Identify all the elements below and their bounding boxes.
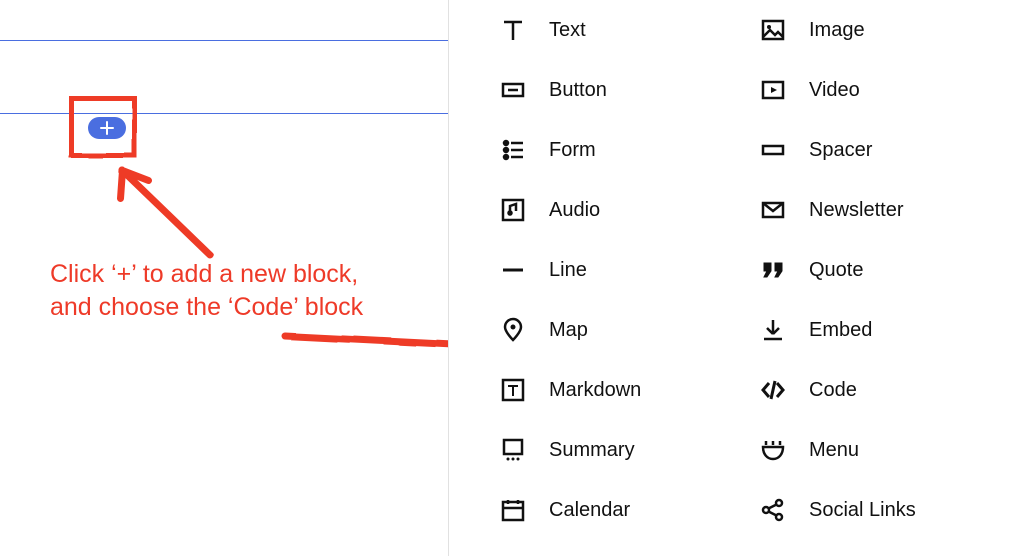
block-item-menu[interactable]: Menu bbox=[757, 420, 997, 480]
block-item-summary[interactable]: Summary bbox=[497, 420, 737, 480]
social-links-icon bbox=[757, 494, 789, 526]
summary-icon bbox=[497, 434, 529, 466]
add-block-button[interactable] bbox=[88, 117, 126, 139]
block-item-calendar[interactable]: Calendar bbox=[497, 480, 737, 540]
block-item-label: Form bbox=[549, 139, 596, 162]
block-item-map[interactable]: Map bbox=[497, 300, 737, 360]
insertion-guide-bottom bbox=[0, 113, 450, 114]
insertion-guide-top bbox=[0, 40, 450, 41]
block-item-label: Code bbox=[809, 379, 857, 402]
line-icon bbox=[497, 254, 529, 286]
block-menu-left-column: Text Button Form bbox=[497, 0, 737, 540]
block-item-label: Summary bbox=[549, 439, 635, 462]
video-icon bbox=[757, 74, 789, 106]
editor-canvas: Click ‘+’ to add a new block, and choose… bbox=[0, 0, 450, 556]
block-item-button[interactable]: Button bbox=[497, 60, 737, 120]
block-item-markdown[interactable]: Markdown bbox=[497, 360, 737, 420]
newsletter-icon bbox=[757, 194, 789, 226]
image-icon bbox=[757, 14, 789, 46]
block-item-label: Video bbox=[809, 79, 860, 102]
annotation-instruction: Click ‘+’ to add a new block, and choose… bbox=[50, 258, 390, 323]
markdown-icon bbox=[497, 374, 529, 406]
menu-icon bbox=[757, 434, 789, 466]
block-item-label: Spacer bbox=[809, 139, 872, 162]
block-item-label: Text bbox=[549, 19, 586, 42]
block-item-form[interactable]: Form bbox=[497, 120, 737, 180]
spacer-icon bbox=[757, 134, 789, 166]
block-item-spacer[interactable]: Spacer bbox=[757, 120, 997, 180]
block-item-code[interactable]: Code bbox=[757, 360, 997, 420]
block-item-embed[interactable]: Embed bbox=[757, 300, 997, 360]
block-item-label: Map bbox=[549, 319, 588, 342]
block-item-social-links[interactable]: Social Links bbox=[757, 480, 997, 540]
block-item-label: Newsletter bbox=[809, 199, 903, 222]
block-item-label: Line bbox=[549, 259, 587, 282]
block-item-video[interactable]: Video bbox=[757, 60, 997, 120]
block-type-menu: Text Button Form bbox=[448, 0, 1024, 556]
block-item-audio[interactable]: Audio bbox=[497, 180, 737, 240]
block-item-label: Button bbox=[549, 79, 607, 102]
block-item-image[interactable]: Image bbox=[757, 0, 997, 60]
block-item-label: Social Links bbox=[809, 499, 916, 522]
block-item-label: Menu bbox=[809, 439, 859, 462]
audio-icon bbox=[497, 194, 529, 226]
code-icon bbox=[757, 374, 789, 406]
plus-icon bbox=[100, 121, 114, 135]
text-icon bbox=[497, 14, 529, 46]
block-item-label: Audio bbox=[549, 199, 600, 222]
form-icon bbox=[497, 134, 529, 166]
block-item-quote[interactable]: Quote bbox=[757, 240, 997, 300]
block-item-line[interactable]: Line bbox=[497, 240, 737, 300]
block-item-label: Quote bbox=[809, 259, 863, 282]
block-item-text[interactable]: Text bbox=[497, 0, 737, 60]
block-item-newsletter[interactable]: Newsletter bbox=[757, 180, 997, 240]
block-menu-right-column: Image Video Spacer Newsletter bbox=[757, 0, 997, 540]
block-item-label: Calendar bbox=[549, 499, 630, 522]
block-item-label: Markdown bbox=[549, 379, 641, 402]
block-item-label: Image bbox=[809, 19, 865, 42]
embed-icon bbox=[757, 314, 789, 346]
calendar-icon bbox=[497, 494, 529, 526]
block-item-label: Embed bbox=[809, 319, 872, 342]
button-icon bbox=[497, 74, 529, 106]
quote-icon bbox=[757, 254, 789, 286]
map-icon bbox=[497, 314, 529, 346]
